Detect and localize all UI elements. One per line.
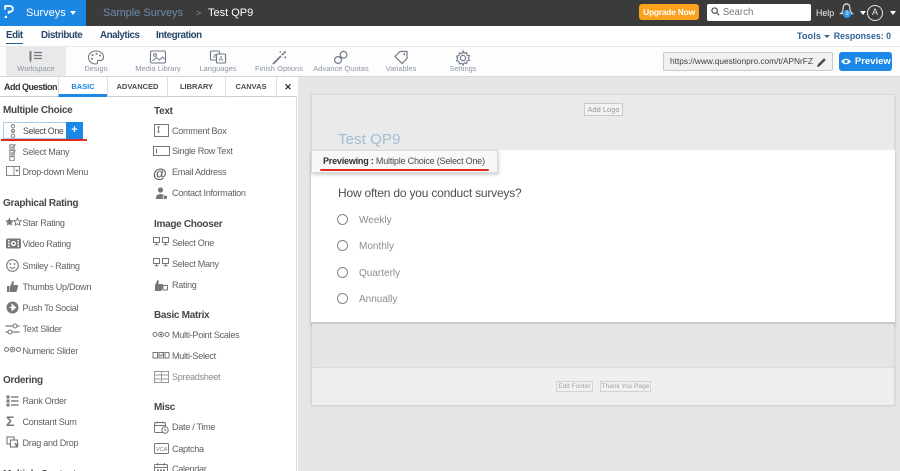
svg-text:A: A xyxy=(219,56,224,63)
svg-text:VCA: VCA xyxy=(156,447,168,453)
